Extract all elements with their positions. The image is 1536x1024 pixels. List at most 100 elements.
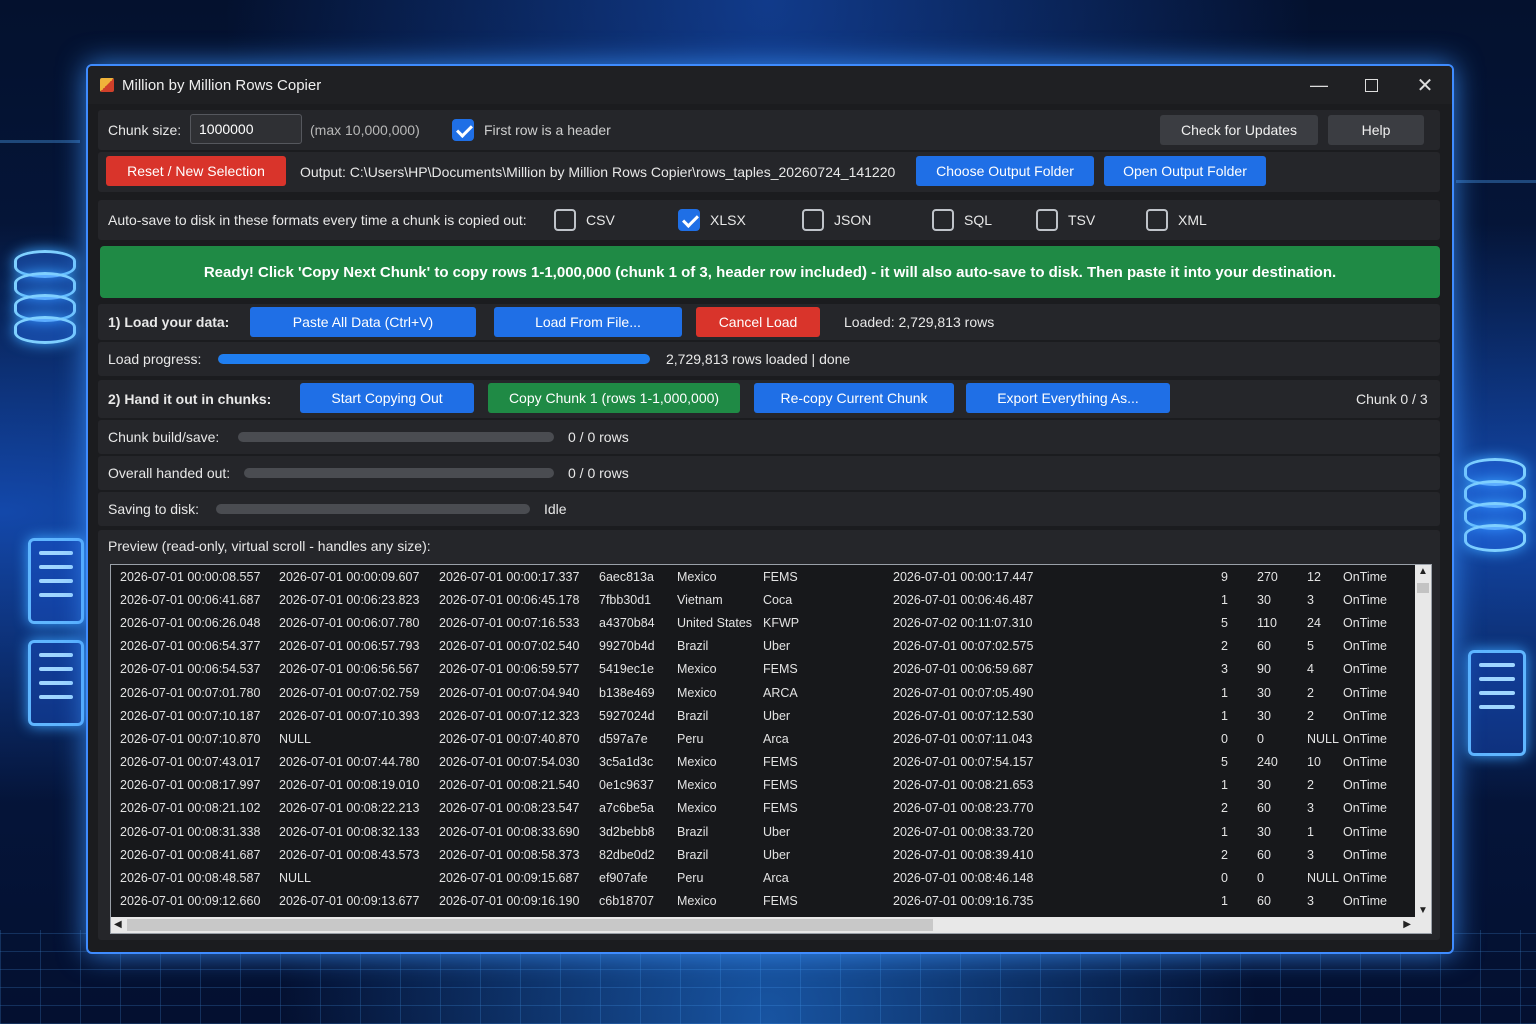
table-row: 2026-07-01 00:06:26.048 2026-07-01 00:06:… xyxy=(111,611,1413,634)
table-cell: FEMS xyxy=(763,662,798,677)
window-title: Million by Million Rows Copier xyxy=(122,76,322,94)
table-cell: Arca xyxy=(763,731,789,746)
table-cell: 3c5a1d3c xyxy=(599,755,654,770)
table-cell: OnTime xyxy=(1343,801,1387,816)
table-cell: 2026-07-01 00:08:22.213 xyxy=(279,801,420,816)
horizontal-scroll-thumb[interactable] xyxy=(127,919,933,931)
table-cell: Uber xyxy=(763,847,791,862)
table-cell: 240 xyxy=(1257,755,1278,770)
table-cell: a7c6be5a xyxy=(599,801,654,816)
table-cell: 2 xyxy=(1307,708,1314,723)
table-cell: Mexico xyxy=(677,755,717,770)
table-cell: 24 xyxy=(1307,615,1321,630)
maximize-button[interactable] xyxy=(1344,66,1398,104)
scroll-right-icon[interactable]: ▶ xyxy=(1403,919,1411,930)
table-cell: Brazil xyxy=(677,824,709,839)
output-row: Reset / New Selection Output: C:\Users\H… xyxy=(98,152,1440,192)
json-checkbox[interactable] xyxy=(802,209,824,231)
table-cell: Uber xyxy=(763,639,791,654)
sql-checkbox[interactable] xyxy=(932,209,954,231)
autosave-label: Auto-save to disk in these formats every… xyxy=(108,212,527,228)
chunk-size-input[interactable]: 1000000 xyxy=(190,114,302,144)
table-cell: 4 xyxy=(1307,662,1314,677)
table-cell: Mexico xyxy=(677,894,717,909)
table-cell: 2026-07-01 00:07:16.533 xyxy=(439,615,580,630)
table-cell: Mexico xyxy=(677,685,717,700)
horizontal-scrollbar[interactable]: ◀ ▶ xyxy=(111,917,1431,933)
preview-label: Preview (read-only, virtual scroll - han… xyxy=(108,538,431,554)
table-cell: 2 xyxy=(1221,801,1228,816)
table-row: 2026-07-01 00:07:01.780 2026-07-01 00:07:… xyxy=(111,681,1413,704)
table-cell: 2026-07-01 00:06:46.487 xyxy=(893,592,1034,607)
xlsx-label: XLSX xyxy=(710,212,746,228)
export-everything-button[interactable]: Export Everything As... xyxy=(966,383,1170,413)
chunk-size-label: Chunk size: xyxy=(108,122,182,138)
table-row: 2026-07-01 00:08:21.102 2026-07-01 00:08:… xyxy=(111,797,1413,820)
chunk-build-label: Chunk build/save: xyxy=(108,429,220,445)
table-cell: 110 xyxy=(1257,615,1277,630)
table-cell: 0 xyxy=(1221,871,1228,886)
check-updates-button[interactable]: Check for Updates xyxy=(1160,115,1318,145)
table-cell: OnTime xyxy=(1343,685,1387,700)
tsv-checkbox[interactable] xyxy=(1036,209,1058,231)
preview-grid[interactable]: 2026-07-01 00:00:08.557 2026-07-01 00:00:… xyxy=(110,564,1432,934)
recopy-chunk-button[interactable]: Re-copy Current Chunk xyxy=(754,383,954,413)
paste-data-button[interactable]: Paste All Data (Ctrl+V) xyxy=(250,307,476,337)
xlsx-checkbox[interactable] xyxy=(678,209,700,231)
autosave-row: Auto-save to disk in these formats every… xyxy=(98,200,1440,240)
table-cell: OnTime xyxy=(1343,731,1387,746)
chunk-build-text: 0 / 0 rows xyxy=(568,429,629,445)
vertical-scrollbar[interactable]: ▲ ▼ xyxy=(1415,565,1431,917)
table-cell: 10 xyxy=(1307,755,1321,770)
copy-chunk-button[interactable]: Copy Chunk 1 (rows 1-1,000,000) xyxy=(488,383,740,413)
open-folder-button[interactable]: Open Output Folder xyxy=(1104,156,1266,186)
table-cell: 2026-07-01 00:07:10.187 xyxy=(120,708,261,723)
table-cell: NULL xyxy=(279,871,311,886)
table-cell: FEMS xyxy=(763,569,798,584)
table-cell: 2026-07-01 00:08:17.997 xyxy=(120,778,261,793)
table-cell: 2026-07-01 00:07:40.870 xyxy=(439,731,580,746)
json-label: JSON xyxy=(834,212,872,228)
chunks-row: 2) Hand it out in chunks: Start Copying … xyxy=(98,380,1440,418)
table-cell: 2026-07-01 00:07:01.780 xyxy=(120,685,261,700)
vertical-scroll-thumb[interactable] xyxy=(1417,583,1429,593)
table-cell: 1 xyxy=(1221,708,1228,723)
table-cell: 2026-07-01 00:07:10.870 xyxy=(120,731,261,746)
close-button[interactable]: ✕ xyxy=(1398,66,1452,104)
table-row: 2026-07-01 00:06:54.537 2026-07-01 00:06:… xyxy=(111,658,1413,681)
reset-button[interactable]: Reset / New Selection xyxy=(106,156,286,186)
xml-checkbox[interactable] xyxy=(1146,209,1168,231)
table-cell: 60 xyxy=(1257,847,1271,862)
load-file-button[interactable]: Load From File... xyxy=(494,307,682,337)
header-checkbox[interactable] xyxy=(452,119,474,141)
table-cell: 2026-07-01 00:06:41.687 xyxy=(120,592,261,607)
csv-checkbox[interactable] xyxy=(554,209,576,231)
scroll-down-icon[interactable]: ▼ xyxy=(1418,905,1428,916)
table-cell: Arca xyxy=(763,871,789,886)
table-cell: 99270b4d xyxy=(599,639,655,654)
table-cell: 2026-07-01 00:09:16.190 xyxy=(439,894,580,909)
table-cell: FEMS xyxy=(763,801,798,816)
output-path: Output: C:\Users\HP\Documents\Million by… xyxy=(300,164,896,180)
choose-folder-button[interactable]: Choose Output Folder xyxy=(916,156,1094,186)
table-cell: 6aec813a xyxy=(599,569,654,584)
minimize-button[interactable]: — xyxy=(1292,66,1346,104)
table-cell: ef907afe xyxy=(599,871,648,886)
table-cell: OnTime xyxy=(1343,755,1387,770)
table-cell: 12 xyxy=(1307,569,1321,584)
table-cell: 1 xyxy=(1307,824,1314,839)
table-cell: 2026-07-01 00:08:41.687 xyxy=(120,847,261,862)
database-icon xyxy=(1464,458,1526,552)
table-cell: 1 xyxy=(1221,894,1228,909)
table-cell: 2026-07-01 00:08:39.410 xyxy=(893,847,1034,862)
scroll-up-icon[interactable]: ▲ xyxy=(1418,566,1428,577)
table-cell: 2026-07-01 00:07:44.780 xyxy=(279,755,420,770)
table-cell: 3 xyxy=(1307,801,1314,816)
scroll-left-icon[interactable]: ◀ xyxy=(114,919,122,930)
cancel-load-button[interactable]: Cancel Load xyxy=(696,307,820,337)
saving-label: Saving to disk: xyxy=(108,501,200,517)
table-cell: 3 xyxy=(1221,662,1228,677)
table-cell: FEMS xyxy=(763,755,798,770)
help-button[interactable]: Help xyxy=(1328,115,1424,145)
start-copying-button[interactable]: Start Copying Out xyxy=(300,383,474,413)
